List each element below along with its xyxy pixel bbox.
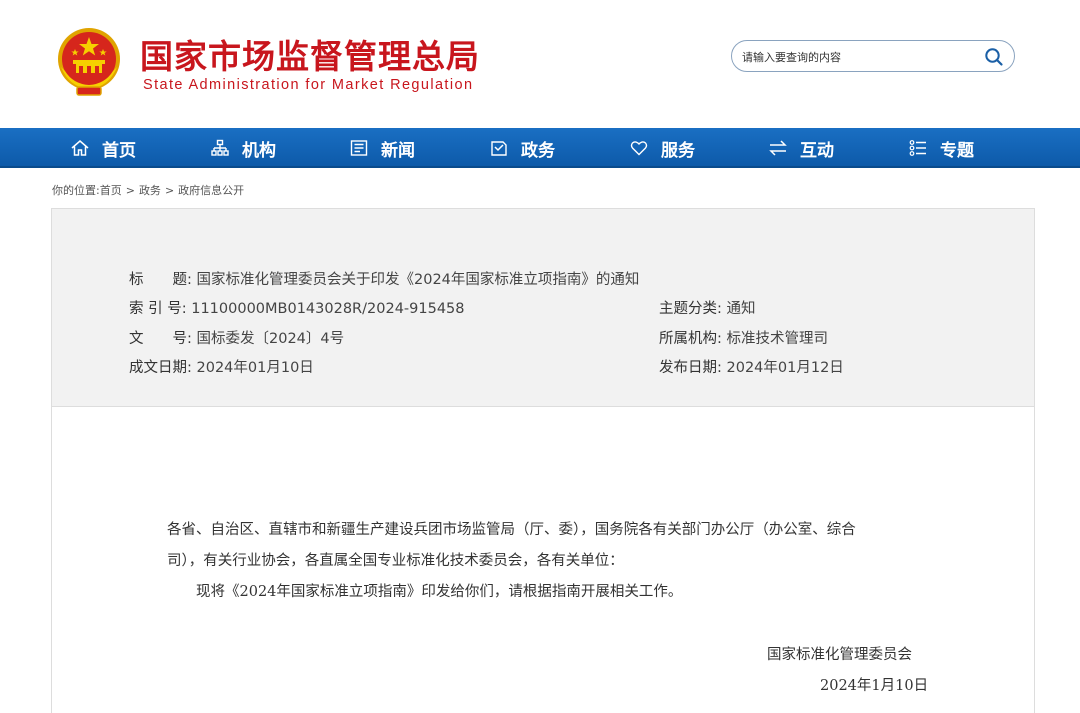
info-published-label: 发布日期:	[659, 360, 722, 376]
info-index-row: 索 引 号: 11100000MB0143028R/2024-915458	[129, 297, 465, 318]
document-addressee-line1: 各省、自治区、直辖市和新疆生产建设兵团市场监管局（厅、委），国务院各有关部门办公…	[167, 522, 856, 538]
nav-label: 首页	[102, 140, 136, 161]
info-org-label: 所属机构:	[659, 331, 722, 347]
search-input[interactable]	[742, 48, 972, 66]
site-subtitle: State Administration for Market Regulati…	[143, 77, 474, 93]
nav-label: 专题	[940, 140, 974, 161]
info-topic-label: 主题分类:	[659, 301, 722, 317]
nav-item-government[interactable]: 政务	[489, 128, 555, 168]
government-icon	[489, 138, 509, 158]
nav-label: 政务	[521, 140, 555, 161]
list-icon	[908, 138, 928, 158]
info-index-value: 11100000MB0143028R/2024-915458	[191, 301, 465, 317]
breadcrumb-government-link[interactable]: 政务	[139, 184, 161, 197]
content-panel: 标 题: 国家标准化管理委员会关于印发《2024年国家标准立项指南》的通知 索 …	[51, 208, 1035, 713]
info-org-row: 所属机构: 标准技术管理司	[659, 327, 828, 348]
breadcrumb-separator: >	[164, 184, 175, 197]
site-header: 国家市场监督管理总局 State Administration for Mark…	[0, 0, 1080, 128]
nav-item-interact[interactable]: 互动	[768, 128, 834, 168]
search-icon[interactable]	[984, 47, 1004, 67]
news-icon	[349, 138, 369, 158]
nav-item-topics[interactable]: 专题	[908, 128, 974, 168]
info-topic-value: 通知	[726, 301, 756, 317]
national-emblem-icon[interactable]	[55, 27, 123, 97]
main-nav: 首页 机构 新闻 政务 服务 互动 专题	[0, 128, 1080, 168]
org-icon	[210, 138, 230, 158]
breadcrumb-home-link[interactable]: 首页	[100, 184, 122, 197]
breadcrumb-disclosure-link[interactable]: 政府信息公开	[178, 184, 244, 197]
info-published-value: 2024年01月12日	[726, 360, 844, 376]
exchange-icon	[768, 138, 788, 158]
document-body: 现将《2024年国家标准立项指南》印发给你们，请根据指南开展相关工作。	[196, 584, 683, 600]
breadcrumb-separator: >	[125, 184, 135, 197]
document-addressee-line2: 司），有关行业协会，各直属全国专业标准化技术委员会，各有关单位：	[167, 553, 624, 569]
info-topic-row: 主题分类: 通知	[659, 297, 756, 318]
info-title-row: 标 题: 国家标准化管理委员会关于印发《2024年国家标准立项指南》的通知	[129, 268, 639, 289]
document-date: 2024年1月10日	[820, 678, 929, 694]
document-signature: 国家标准化管理委员会	[767, 647, 912, 663]
nav-label: 机构	[242, 140, 276, 161]
info-written-value: 2024年01月10日	[196, 360, 314, 376]
nav-label: 互动	[800, 140, 834, 161]
nav-label: 服务	[661, 140, 695, 161]
document-info-table: 标 题: 国家标准化管理委员会关于印发《2024年国家标准立项指南》的通知 索 …	[52, 209, 1034, 407]
breadcrumb-prefix: 你的位置:	[52, 184, 100, 197]
info-org-value: 标准技术管理司	[726, 331, 829, 347]
info-docno-value: 国标委发〔2024〕4号	[196, 331, 345, 347]
nav-item-org[interactable]: 机构	[210, 128, 276, 168]
nav-item-home[interactable]: 首页	[70, 128, 136, 168]
info-index-label: 索 引 号:	[129, 301, 187, 317]
nav-item-news[interactable]: 新闻	[349, 128, 415, 168]
info-written-row: 成文日期: 2024年01月10日	[129, 356, 314, 377]
info-title-label: 标 题:	[129, 272, 192, 288]
info-docno-label: 文 号:	[129, 331, 192, 347]
info-written-label: 成文日期:	[129, 360, 192, 376]
home-icon	[70, 138, 90, 158]
info-published-row: 发布日期: 2024年01月12日	[659, 356, 844, 377]
search-box	[731, 40, 1015, 72]
nav-item-service[interactable]: 服务	[629, 128, 695, 168]
info-title-value: 国家标准化管理委员会关于印发《2024年国家标准立项指南》的通知	[196, 272, 640, 288]
site-title: 国家市场监督管理总局	[140, 37, 480, 76]
info-docno-row: 文 号: 国标委发〔2024〕4号	[129, 327, 344, 348]
heart-icon	[629, 138, 649, 158]
nav-label: 新闻	[381, 140, 415, 161]
breadcrumb: 你的位置:首页 > 政务 > 政府信息公开	[52, 182, 244, 198]
